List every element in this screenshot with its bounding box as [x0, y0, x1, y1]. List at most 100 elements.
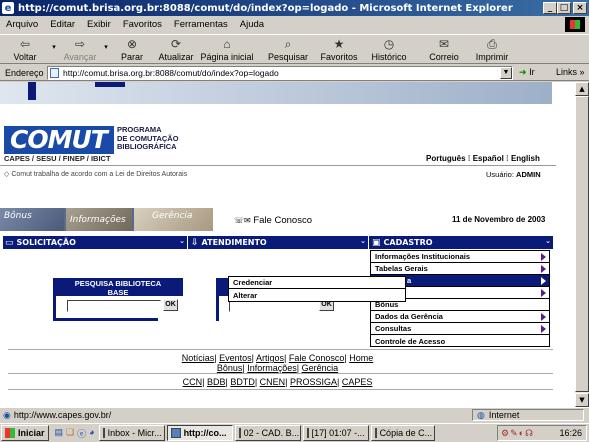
menu-item-label: a	[407, 276, 412, 285]
minimize-button[interactable]: _	[543, 2, 557, 14]
go-button[interactable]: ➜ Ir	[519, 67, 535, 78]
history-button[interactable]: ◷ Histórico	[364, 35, 414, 65]
search-library-input[interactable]	[67, 300, 161, 312]
footer-link-noticias[interactable]: Notícias	[182, 353, 215, 363]
menu-item-dados-gerencia[interactable]: Dados da Gerência	[371, 311, 549, 323]
task-browser[interactable]: http://co...	[166, 425, 233, 441]
home-button[interactable]: ⌂ Página inicial	[198, 35, 256, 65]
submenu-alterar[interactable]: Alterar	[229, 289, 405, 301]
footer-divider-1	[8, 349, 553, 350]
close-button[interactable]: ×	[573, 2, 587, 14]
footer-link-bonus[interactable]: Bônus	[217, 363, 243, 373]
lang-portugues[interactable]: Português	[426, 154, 466, 163]
outlook-icon[interactable]: ◕	[89, 427, 94, 440]
footer-link-eventos[interactable]: Eventos	[219, 353, 252, 363]
links-button[interactable]: Links »	[556, 67, 585, 77]
lang-espanol[interactable]: Español	[473, 154, 504, 163]
menu-ajuda[interactable]: Ajuda	[240, 19, 264, 30]
menu-arquivo[interactable]: Arquivo	[6, 19, 38, 30]
chat-icon	[306, 428, 309, 438]
program-line-3: BIBLIOGRÁFICA	[117, 142, 177, 151]
forward-dropdown-icon[interactable]: ▾	[102, 35, 110, 65]
scroll-down-icon[interactable]: ▼	[575, 393, 589, 407]
stop-label: Parar	[120, 52, 143, 62]
forward-button[interactable]: ⇨ Avançar	[58, 35, 102, 65]
menu-item-controle-acesso[interactable]: Controle de Acesso	[371, 335, 549, 347]
history-label: Histórico	[371, 52, 407, 62]
submenu-arrow-icon	[541, 264, 546, 273]
stop-button[interactable]: ⊗ Parar	[110, 35, 154, 65]
menu-item-tabelas-gerais[interactable]: Tabelas Gerais	[371, 263, 549, 275]
lang-english[interactable]: English	[511, 154, 540, 163]
home-icon: ⌂	[223, 37, 231, 51]
back-label: Voltar	[13, 52, 37, 62]
footer-link-prossiga[interactable]: PROSSIGA	[290, 377, 337, 387]
nav-atendimento[interactable]: ⇩ ATENDIMENTO ⌄	[189, 236, 369, 249]
scroll-up-icon[interactable]: ▲	[575, 82, 589, 96]
tab-informacoes[interactable]: Informações	[66, 208, 132, 231]
footer-link-cnen[interactable]: CNEN	[260, 377, 286, 387]
back-dropdown-icon[interactable]: ▾	[50, 35, 58, 65]
menu-favoritos[interactable]: Favoritos	[123, 19, 162, 30]
nav-solicitacao-label: SOLICITAÇÃO	[16, 238, 76, 247]
nav-atendimento-label: ATENDIMENTO	[201, 238, 267, 247]
task-folder[interactable]: 02 - CAD. B...	[234, 425, 301, 441]
menu-ferramentas[interactable]: Ferramentas	[174, 19, 228, 30]
footer-link-artigos[interactable]: Artigos	[256, 353, 284, 363]
footer-link-ccn[interactable]: CCN	[183, 377, 203, 387]
desktop-icon[interactable]: ▤	[55, 427, 64, 440]
print-button[interactable]: ⎙ Imprimir	[468, 35, 516, 65]
task-chat[interactable]: [17] 01:07 -...	[302, 425, 369, 441]
address-dropdown-icon[interactable]: ▼	[500, 67, 512, 79]
banner-mark	[28, 82, 36, 100]
footer-link-informacoes[interactable]: Informações	[247, 363, 297, 373]
footer-link-home[interactable]: Home	[349, 353, 373, 363]
contact-link[interactable]: ☏✉ Fale Conosco	[234, 215, 312, 226]
nav-cadastro[interactable]: ▣ CADASTRO ⌄	[370, 236, 553, 249]
scroll-thumb[interactable]	[575, 96, 589, 392]
footer-link-gerencia[interactable]: Gerência	[302, 363, 339, 373]
footer-link-bdtd[interactable]: BDTD	[230, 377, 255, 387]
mail-label: Correio	[429, 52, 459, 62]
mail-button[interactable]: ✉ Correio	[420, 35, 468, 65]
task-word[interactable]: Cópia de C...	[370, 425, 435, 441]
nav-dropdown-icon: ⌄	[360, 237, 366, 245]
menu-item-consultas[interactable]: Consultas	[371, 323, 549, 335]
tab-bonus[interactable]: Bônus	[0, 208, 64, 231]
footer-divider-3	[8, 389, 553, 390]
search-label: Pesquisar	[267, 52, 309, 62]
menu-exibir[interactable]: Exibir	[87, 19, 111, 30]
toolbar: ⇦ Voltar ▾ ⇨ Avançar ▾ ⊗ Parar ⟳ Atualiz…	[0, 34, 589, 64]
favorites-button[interactable]: ★ Favoritos	[314, 35, 364, 65]
submenu-credenciar[interactable]: Credenciar	[229, 277, 405, 289]
submenu-arrow-icon	[541, 288, 546, 297]
nav-dropdown-icon: ⌄	[179, 237, 185, 245]
task-inbox[interactable]: Inbox - Micr...	[98, 425, 165, 441]
sponsors: CAPES / SESU / FINEP / IBICT	[4, 154, 111, 163]
refresh-icon: ⟳	[170, 37, 182, 51]
footer-link-bdb[interactable]: BDB	[207, 377, 226, 387]
menu-item-informacoes-institucionais[interactable]: Informações Institucionais	[371, 251, 549, 263]
address-input[interactable]: http://comut.brisa.org.br:8088/comut/do/…	[47, 66, 513, 80]
ie-icon[interactable]: ⓔ	[77, 427, 86, 440]
page-content: COMUT PROGRAMA DE COMUTAÇÃO BIBLIOGRÁFIC…	[0, 82, 575, 407]
submenu-arrow-icon	[541, 276, 546, 285]
vertical-scrollbar[interactable]: ▲ ▼	[575, 82, 589, 407]
nav-dropdown-icon: ⌄	[545, 237, 551, 245]
menu-bar: Arquivo Editar Exibir Favoritos Ferramen…	[0, 16, 589, 33]
tab-gerencia[interactable]: Gerência	[134, 208, 213, 231]
footer-link-capes[interactable]: CAPES	[342, 377, 373, 387]
tray-icons[interactable]: ⚙✎◐☊	[501, 428, 534, 439]
search-button[interactable]: ⌕ Pesquisar	[262, 35, 314, 65]
menu-item-label: Dados da Gerência	[375, 312, 443, 321]
back-button[interactable]: ⇦ Voltar	[0, 35, 50, 65]
menu-editar[interactable]: Editar	[50, 19, 75, 30]
refresh-label: Atualizar	[158, 52, 194, 62]
footer-link-fale-conosco[interactable]: Fale Conosco	[289, 353, 345, 363]
start-button[interactable]: Iniciar	[1, 425, 49, 441]
refresh-button[interactable]: ⟳ Atualizar	[154, 35, 198, 65]
folder-icon[interactable]: ❏	[66, 427, 74, 440]
maximize-button[interactable]: □	[557, 2, 571, 14]
nav-solicitacao[interactable]: ▭ SOLICITAÇÃO ⌄	[3, 236, 188, 249]
search-ok-button[interactable]: OK	[163, 299, 178, 311]
